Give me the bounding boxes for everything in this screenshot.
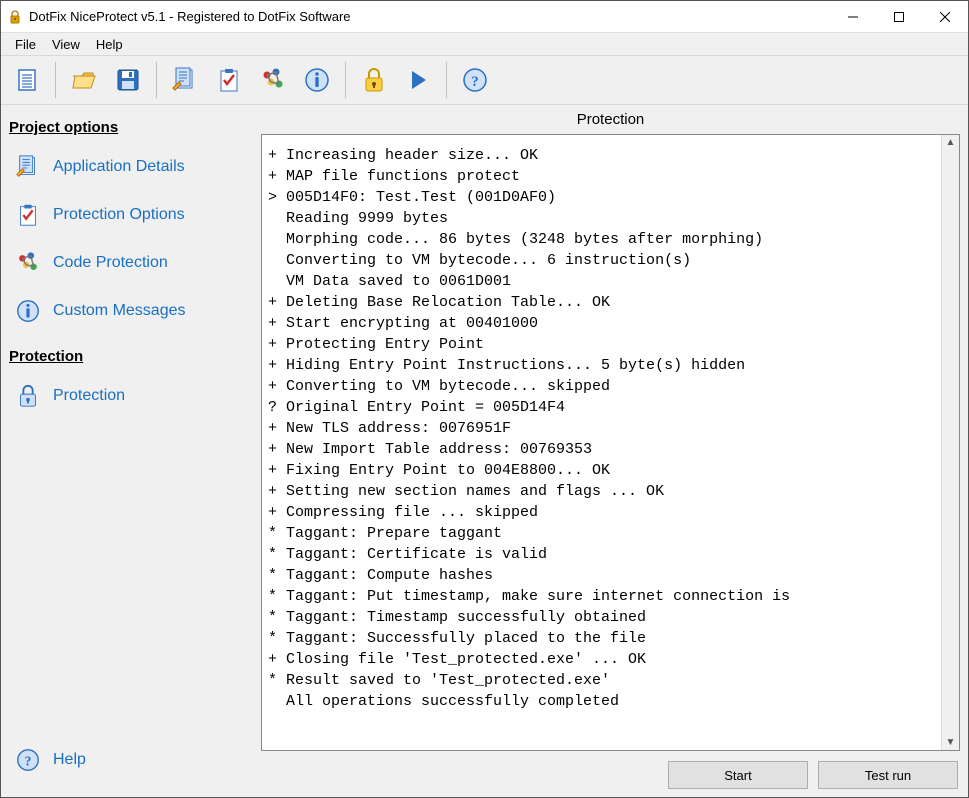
sidebar-item-label: Code Protection [53,254,168,272]
scrollbar[interactable]: ▲ ▼ [941,135,959,750]
menu-help[interactable]: Help [88,35,131,54]
log-panel: + Increasing header size... OK + MAP fil… [261,134,960,751]
sidebar-item-label: Custom Messages [53,302,186,320]
content-area: Protection + Increasing header size... O… [261,105,968,797]
toolbar-open-button[interactable] [64,60,104,100]
maximize-button[interactable] [876,2,922,32]
minimize-button[interactable] [830,2,876,32]
window-title: DotFix NiceProtect v5.1 - Registered to … [29,9,830,24]
sidebar-item-help[interactable]: ? Help [9,739,253,787]
toolbar: ? [1,55,968,105]
sidebar-item-label: Protection Options [53,206,185,224]
help-icon: ? [13,747,43,773]
sidebar-item-label: Protection [53,387,125,405]
app-icon [7,9,23,25]
app-window: DotFix NiceProtect v5.1 - Registered to … [0,0,969,798]
button-row: Start Test run [261,751,960,789]
toolbar-custom-messages-button[interactable] [297,60,337,100]
toolbar-separator [345,62,346,98]
sidebar-item-custom-messages[interactable]: Custom Messages [9,290,253,338]
sidebar-item-label: Help [53,751,86,769]
toolbar-run-button[interactable] [398,60,438,100]
toolbar-app-details-button[interactable] [165,60,205,100]
lock-icon [13,383,43,409]
content-title: Protection [261,105,960,134]
sidebar-item-code-protection[interactable]: Code Protection [9,242,253,290]
toolbar-separator [55,62,56,98]
scroll-up-icon[interactable]: ▲ [946,137,956,148]
toolbar-protection-button[interactable] [354,60,394,100]
sidebar-item-app-details[interactable]: Application Details [9,146,253,194]
titlebar: DotFix NiceProtect v5.1 - Registered to … [1,1,968,33]
sidebar-item-protection-options[interactable]: Protection Options [9,194,253,242]
clipboard-check-icon [13,202,43,228]
toolbar-save-button[interactable] [108,60,148,100]
sidebar-heading-protection: Protection [9,348,253,365]
log-output[interactable]: + Increasing header size... OK + MAP fil… [262,135,941,750]
sidebar: Project options Application Details [1,105,261,797]
toolbar-help-button[interactable]: ? [455,60,495,100]
sidebar-item-label: Application Details [53,158,185,176]
start-button[interactable]: Start [668,761,808,789]
info-icon [13,298,43,324]
toolbar-separator [156,62,157,98]
scroll-down-icon[interactable]: ▼ [946,737,956,748]
toolbar-separator [446,62,447,98]
sidebar-heading-project: Project options [9,119,253,136]
svg-text:?: ? [471,74,479,90]
close-button[interactable] [922,2,968,32]
document-pencil-icon [13,154,43,180]
sidebar-item-protection[interactable]: Protection [9,375,253,423]
toolbar-code-protection-button[interactable] [253,60,293,100]
toolbar-new-button[interactable] [7,60,47,100]
main-area: Project options Application Details [1,105,968,797]
menu-view[interactable]: View [44,35,88,54]
svg-text:?: ? [25,755,32,770]
nodes-icon [13,250,43,276]
menu-file[interactable]: File [7,35,44,54]
toolbar-protection-options-button[interactable] [209,60,249,100]
test-run-button[interactable]: Test run [818,761,958,789]
menubar: File View Help [1,33,968,55]
